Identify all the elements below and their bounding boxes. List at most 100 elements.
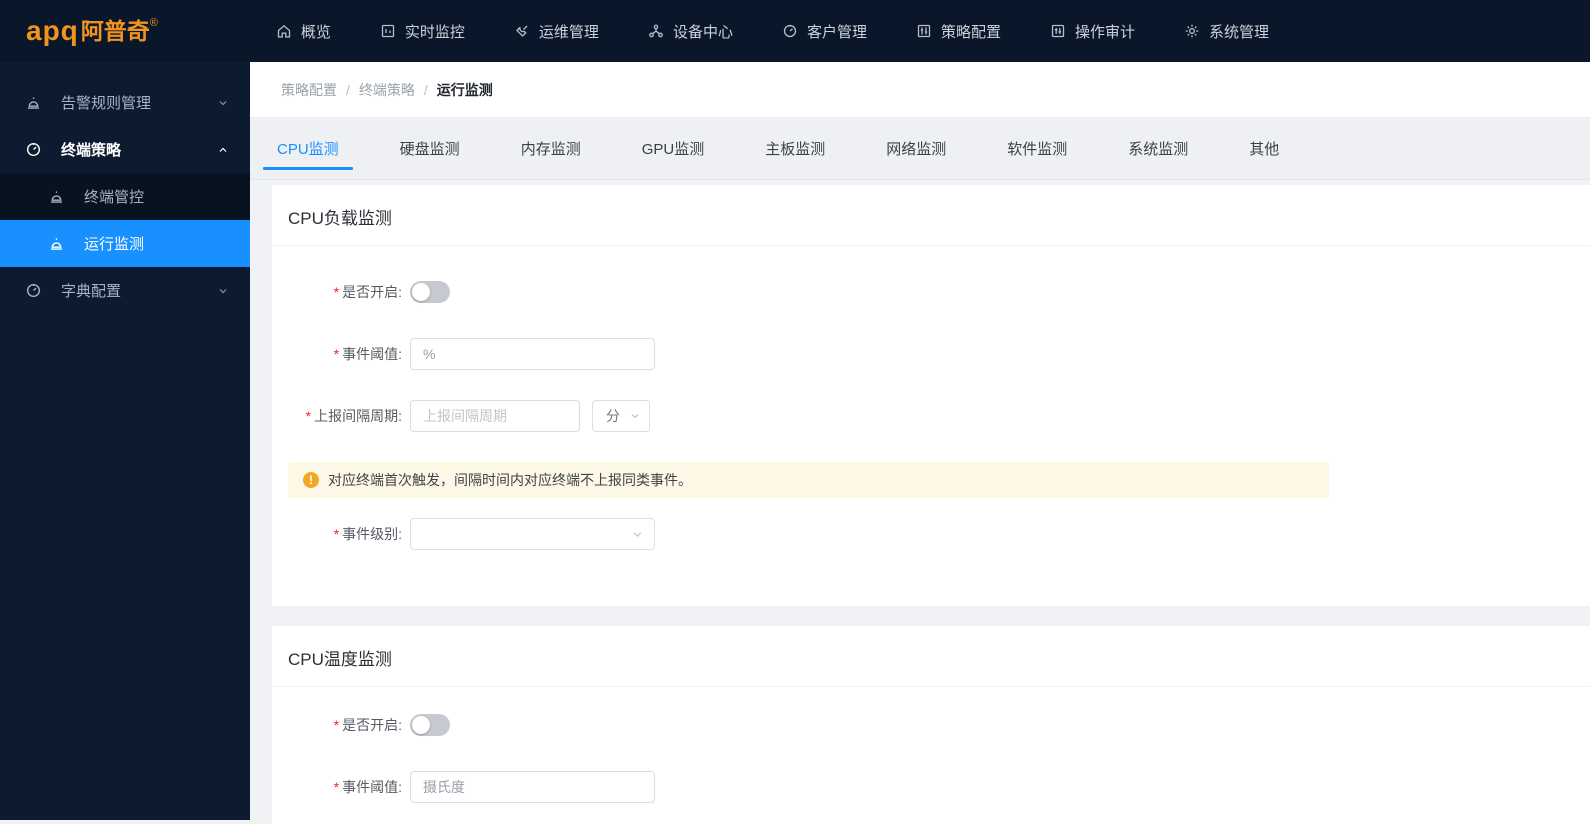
breadcrumb-terminal-policy[interactable]: 终端策略 <box>359 80 415 100</box>
field-label: * 事件阈值: <box>333 779 402 795</box>
sidebar-submenu-terminal-policy: 终端管控 运行监测 <box>0 173 250 267</box>
sidebar-item-label: 运行监测 <box>84 236 145 253</box>
required-mark: * <box>333 717 340 733</box>
cpu-temp-card: CPU温度监测 * 是否开启: * 事件阈值: <box>272 626 1590 824</box>
required-mark: * <box>333 526 340 542</box>
devices-icon <box>649 24 663 38</box>
sidebar-item-terminal-policy[interactable]: 终端策略 <box>0 126 250 173</box>
top-bar: apq 阿普奇 ® 概览 实时监控 运维管理 设备中心 客户管理 策略配置 操作… <box>0 0 1590 62</box>
tab-disk[interactable]: 硬盘监测 <box>386 118 474 180</box>
toggle-knob <box>412 283 430 301</box>
cpu-temp-form: * 是否开启: * 事件阈值: <box>272 687 1590 824</box>
toggle-knob <box>412 716 430 734</box>
brand-logo[interactable]: apq 阿普奇 ® <box>26 16 158 46</box>
nav-item-label: 策略配置 <box>940 23 1001 41</box>
interval-input[interactable] <box>410 400 580 432</box>
info-icon: ! <box>303 472 319 488</box>
tab-mainboard[interactable]: 主板监测 <box>751 118 839 180</box>
sidebar-item-alarm-rules[interactable]: 告警规则管理 <box>0 79 250 126</box>
tab-system[interactable]: 系统监测 <box>1114 118 1202 180</box>
threshold-row: * 事件阈值: <box>272 338 1590 370</box>
audit-icon <box>1051 24 1065 38</box>
gauge-icon <box>26 283 41 298</box>
sidebar-item-dict-config[interactable]: 字典配置 <box>0 267 250 314</box>
threshold-row: * 事件阈值: <box>272 771 1590 803</box>
enable-row: * 是否开启: <box>272 709 1590 741</box>
breadcrumb-current: 运行监测 <box>436 81 493 98</box>
sidebar-item-label: 字典配置 <box>61 283 122 300</box>
sidebar-item-label: 终端策略 <box>61 142 122 159</box>
required-mark: * <box>333 284 340 300</box>
registered-mark: ® <box>149 17 158 29</box>
breadcrumb-policy-config[interactable]: 策略配置 <box>281 80 337 100</box>
breadcrumb-separator: / <box>423 81 428 98</box>
nav-customer-management[interactable]: 客户管理 <box>776 0 873 62</box>
nav-item-label: 系统管理 <box>1209 23 1270 41</box>
sidebar-item-label: 终端管控 <box>84 189 145 206</box>
sidebar-item-run-monitor[interactable]: 运行监测 <box>0 220 250 267</box>
gear-icon <box>1185 24 1199 38</box>
nav-overview[interactable]: 概览 <box>270 0 337 62</box>
field-label: * 是否开启: <box>333 284 402 300</box>
field-label: * 事件阈值: <box>333 346 402 362</box>
nav-item-label: 概览 <box>300 23 331 41</box>
tab-software[interactable]: 软件监测 <box>993 118 1081 180</box>
breadcrumb: 策略配置 / 终端策略 / 运行监测 <box>250 62 1590 118</box>
sidebar: 告警规则管理 终端策略 终端管控 运行监测 字典配置 <box>0 62 250 820</box>
interval-unit-select[interactable]: 分 <box>592 400 650 432</box>
field-label: * 事件级别: <box>333 526 402 542</box>
nav-operation-audit[interactable]: 操作审计 <box>1044 0 1141 62</box>
chevron-down-icon <box>631 414 639 419</box>
tab-gpu[interactable]: GPU监测 <box>628 118 719 180</box>
interval-unit-value: 分 <box>606 408 620 424</box>
sidebar-item-terminal-control[interactable]: 终端管控 <box>0 173 250 220</box>
level-row: * 事件级别: <box>272 518 1590 550</box>
chevron-up-icon <box>219 147 227 152</box>
nav-device-center[interactable]: 设备中心 <box>642 0 739 62</box>
event-level-select[interactable] <box>410 518 655 550</box>
required-mark: * <box>333 779 340 795</box>
nav-system-management[interactable]: 系统管理 <box>1178 0 1275 62</box>
card-title: CPU负载监测 <box>272 185 1590 246</box>
home-icon <box>277 24 291 38</box>
nav-item-label: 运维管理 <box>538 23 599 41</box>
tab-cpu[interactable]: CPU监测 <box>263 118 353 180</box>
cpu-load-card: CPU负载监测 *是否开启: *事件阈值: *上报间隔周期: 分 <box>272 185 1590 606</box>
nav-realtime-monitor[interactable]: 实时监控 <box>374 0 471 62</box>
chevron-down-icon <box>219 288 227 293</box>
notice-text: 对应终端首次触发，间隔时间内对应终端不上报同类事件。 <box>328 472 692 488</box>
threshold-input[interactable] <box>410 771 655 803</box>
content-scroll-area[interactable]: CPU负载监测 *是否开启: *事件阈值: *上报间隔周期: 分 <box>250 185 1590 824</box>
field-label: * 是否开启: <box>333 717 402 733</box>
monitor-icon <box>381 24 395 38</box>
nav-item-label: 客户管理 <box>806 23 867 41</box>
main-content: 策略配置 / 终端策略 / 运行监测 CPU监测 硬盘监测 内存监测 GPU监测… <box>250 62 1590 824</box>
siren-icon <box>50 238 63 250</box>
sidebar-item-label: 告警规则管理 <box>61 95 152 112</box>
nav-item-label: 操作审计 <box>1074 23 1135 41</box>
enable-toggle[interactable] <box>410 281 450 303</box>
nav-item-label: 设备中心 <box>672 23 733 41</box>
brand-logo-cn: 阿普奇 <box>80 18 150 44</box>
gauge-icon <box>783 24 797 38</box>
chevron-down-icon <box>219 100 227 105</box>
notice-banner: ! 对应终端首次触发，间隔时间内对应终端不上报同类事件。 <box>288 462 1329 498</box>
card-title: CPU温度监测 <box>272 626 1590 687</box>
nav-ops-management[interactable]: 运维管理 <box>508 0 605 62</box>
wrench-icon <box>516 25 528 37</box>
nav-policy-config[interactable]: 策略配置 <box>910 0 1007 62</box>
threshold-input[interactable] <box>410 338 655 370</box>
tab-other[interactable]: 其他 <box>1235 118 1293 180</box>
tab-memory[interactable]: 内存监测 <box>507 118 595 180</box>
breadcrumb-separator: / <box>346 81 350 98</box>
tab-network[interactable]: 网络监测 <box>872 118 960 180</box>
policy-icon <box>917 24 931 38</box>
chevron-down-icon <box>633 531 642 537</box>
interval-row: *上报间隔周期: 分 <box>272 400 1590 432</box>
nav-item-label: 实时监控 <box>404 23 465 41</box>
cpu-load-form: *是否开启: *事件阈值: *上报间隔周期: 分 ! <box>272 246 1590 606</box>
enable-toggle[interactable] <box>410 714 450 736</box>
siren-icon <box>50 191 63 203</box>
enable-row: * 是否开启: <box>272 276 1590 308</box>
brand-logo-latin: apq <box>26 15 79 46</box>
